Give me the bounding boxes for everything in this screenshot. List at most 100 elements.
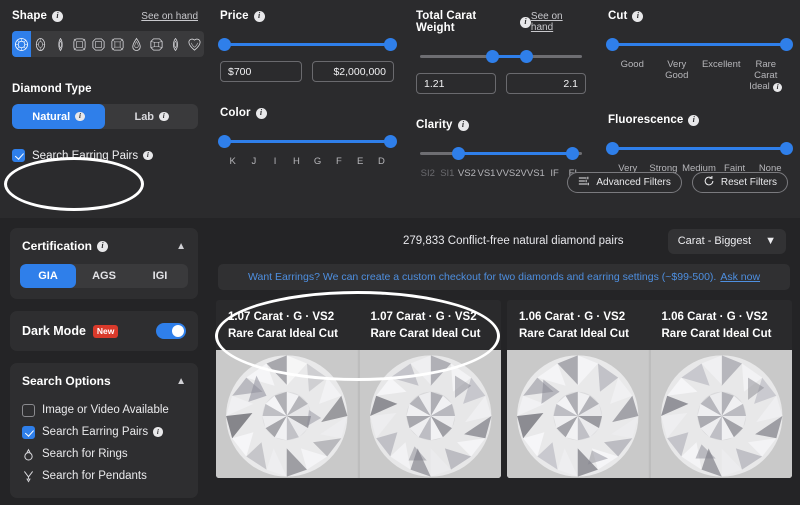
diamond-type-option-natural[interactable]: Natural i [12,104,105,129]
cut-slider-max-handle[interactable] [779,38,793,51]
info-icon[interactable]: i [520,16,531,28]
clarity-slider-max-handle[interactable] [565,147,579,160]
info-icon[interactable]: i [153,427,163,437]
color-slider-max-handle[interactable] [383,135,397,148]
info-icon[interactable]: i [143,150,153,161]
filter-cut: Cut i Good Very Good Excellent Rare Cara… [605,10,793,93]
info-icon[interactable]: i [457,119,469,131]
diamond-type-selector[interactable]: Natural i Lab i [12,104,198,129]
pendant-icon [22,470,35,483]
cut-slider-min-handle[interactable] [605,38,619,51]
earrings-banner[interactable]: Want Earrings? We can create a custom ch… [218,264,790,290]
color-label: Color i [220,107,394,119]
diamond-image[interactable] [650,350,792,478]
info-icon[interactable]: i [632,10,644,22]
diamond-image[interactable] [507,350,649,478]
tick: VVS2 [496,168,521,179]
price-slider-min-handle[interactable] [217,38,231,51]
diamond-pair-card[interactable]: 1.07 Carat · G · VS2 Rare Carat Ideal Cu… [216,300,501,478]
info-icon[interactable]: i [159,111,169,122]
sort-dropdown[interactable]: Carat - Biggest ▼ [667,228,786,254]
image-or-video-checkbox[interactable] [22,403,35,417]
shape-option-cushion[interactable] [70,31,89,57]
chevron-down-icon[interactable]: ▼ [765,235,776,247]
tick: J [251,156,257,167]
clarity-slider[interactable] [420,147,582,161]
carat-slider-min-handle[interactable] [486,50,500,63]
shape-selector[interactable] [12,31,204,57]
diamond-image[interactable] [359,350,501,478]
shape-option-pear[interactable] [127,31,146,57]
diamond-specs: 1.06 Carat · G · VS2 [661,311,768,323]
shape-option-heart[interactable] [185,31,204,57]
slider-fill [612,43,786,46]
chevron-up-icon[interactable]: ▲ [176,376,186,387]
search-earring-pairs-checkbox[interactable] [12,149,25,162]
certification-header[interactable]: Certification i ▲ [10,228,198,264]
advanced-filters-button[interactable]: Advanced Filters [567,172,682,193]
option-search-for-rings[interactable]: Search for Rings [20,443,188,465]
tick: D [377,156,385,167]
info-icon[interactable]: i [688,114,700,126]
banner-ask-now-link[interactable]: Ask now [720,271,760,283]
option-image-or-video[interactable]: Image or Video Available [20,399,188,421]
certification-option-ags[interactable]: AGS [76,264,132,288]
pair-right-info: 1.06 Carat · G · VS2 Rare Carat Ideal Cu… [650,300,793,350]
shape-option-marquise-narrow[interactable] [50,31,69,57]
diamond-pair-card[interactable]: 1.06 Carat · G · VS2 Rare Carat Ideal Cu… [507,300,792,478]
shape-option-marquise[interactable] [166,31,185,57]
price-inputs: $700 $2,000,000 [220,61,394,82]
fluorescence-slider[interactable] [605,142,793,156]
certification-title: Certification [22,239,93,253]
search-earring-pairs-row[interactable]: Search Earring Pairs i [12,149,198,162]
option-search-for-pendants[interactable]: Search for Pendants [20,465,188,487]
shape-option-emerald[interactable] [89,31,108,57]
option-label: Search for Pendants [42,470,147,482]
pair-images [507,350,792,478]
certification-option-igi[interactable]: IGI [132,264,188,288]
color-slider-min-handle[interactable] [217,135,231,148]
info-icon[interactable]: i [75,111,85,122]
filter-diamond-type: Diamond Type Natural i Lab i [12,83,198,129]
carat-max-input[interactable]: 2.1 [506,73,586,94]
price-max-input[interactable]: $2,000,000 [312,61,394,82]
carat-slider-max-handle[interactable] [520,50,534,63]
cut-slider[interactable] [605,38,793,52]
info-icon[interactable]: i [97,240,109,252]
shape-see-on-hand-link[interactable]: See on hand [141,11,198,22]
price-slider[interactable] [217,38,397,52]
reset-filters-button[interactable]: Reset Filters [691,172,788,193]
diamond-type-option-lab[interactable]: Lab i [105,104,198,129]
info-icon[interactable]: i [253,10,265,22]
clarity-ticks: SI2 SI1 VS2 VS1 VVS2 VVS1 IF FL [418,168,584,179]
clarity-slider-min-handle[interactable] [452,147,466,160]
search-options-header[interactable]: Search Options ▲ [10,363,198,399]
option-search-earring-pairs[interactable]: Search Earring Pairs i [20,421,188,443]
dark-mode-toggle[interactable] [156,323,186,339]
sidebar: Certification i ▲ GIA AGS IGI Dark Mode … [0,218,208,505]
diamond-image[interactable] [216,350,358,478]
shape-option-round[interactable] [12,31,32,57]
search-earring-pairs-checkbox[interactable] [22,425,35,439]
carat-see-on-hand-link[interactable]: See on hand [531,11,586,33]
ring-icon [22,448,35,461]
certification-selector[interactable]: GIA AGS IGI [20,264,188,288]
shape-option-radiant[interactable] [108,31,127,57]
shape-option-asscher[interactable] [146,31,165,57]
fluorescence-slider-min-handle[interactable] [605,142,619,156]
info-icon[interactable]: i [255,107,267,119]
chevron-up-icon[interactable]: ▲ [176,241,186,252]
carat-min-input[interactable]: 1.21 [416,73,496,94]
tick: Good [620,59,644,70]
shape-option-oval[interactable] [31,31,50,57]
info-icon[interactable]: i [52,10,64,22]
dark-mode-row[interactable]: Dark Mode New [10,311,198,351]
color-slider[interactable] [217,135,397,149]
tick: VS1 [477,168,496,179]
total-carat-weight-slider[interactable] [420,50,582,64]
certification-option-gia[interactable]: GIA [20,264,76,288]
info-icon[interactable]: i [772,82,783,93]
fluorescence-slider-max-handle[interactable] [779,142,793,156]
price-slider-max-handle[interactable] [383,38,397,51]
price-min-input[interactable]: $700 [220,61,302,82]
